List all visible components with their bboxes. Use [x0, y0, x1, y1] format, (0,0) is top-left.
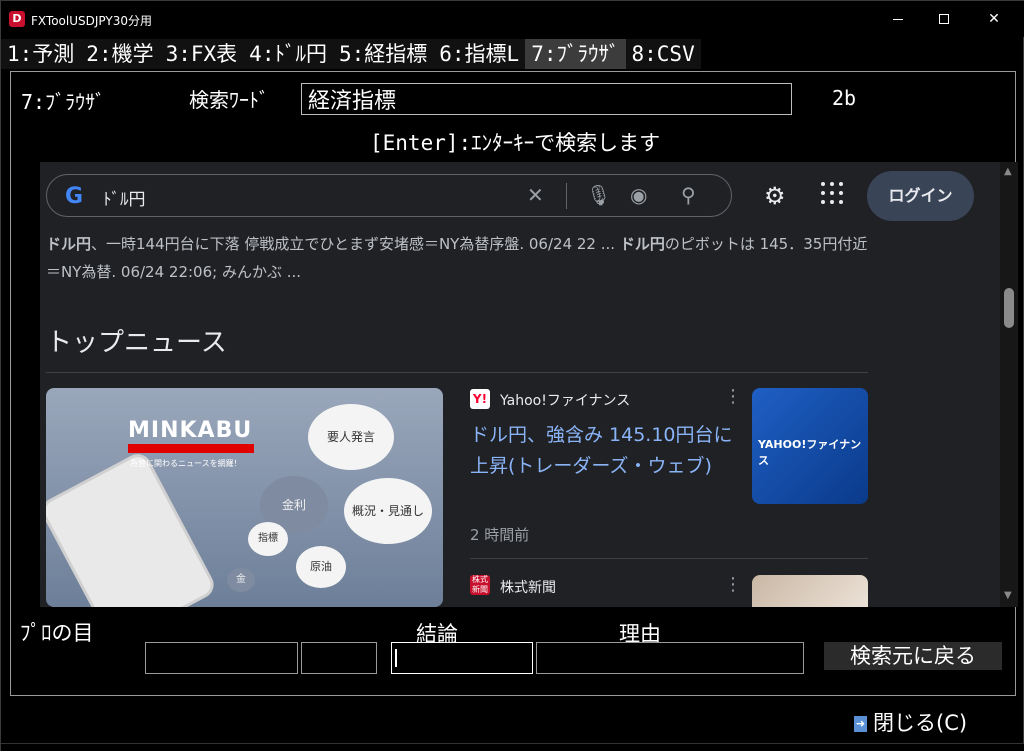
enter-hint: [Enter]:ｴﾝﾀｰｷｰで検索します: [370, 131, 661, 155]
clear-icon[interactable]: ✕: [527, 183, 544, 207]
back-to-search-button[interactable]: 検索元に戻る: [824, 642, 1002, 670]
tab-fx-table[interactable]: 3:FX表: [159, 39, 244, 69]
more-options-icon[interactable]: ⋮: [724, 574, 742, 595]
title-bar: D FXToolUSDJPY30分用 ✕: [1, 1, 1024, 37]
bubble-speech: 要人発言: [308, 404, 394, 470]
panel-label: 7:ﾌﾞﾗｳｻﾞ: [21, 90, 106, 114]
news-thumbnail[interactable]: YAHOO!ファイナンス: [752, 388, 868, 504]
close-window-button[interactable]: ✕: [971, 1, 1017, 37]
snippet-bold: ドル円: [46, 235, 92, 253]
news-thumbnail[interactable]: [752, 575, 868, 607]
minkabu-subtitle: 為替に関わるニュースを網羅！: [130, 459, 242, 468]
news-item-divider: [470, 558, 868, 559]
scroll-thumb[interactable]: [1004, 288, 1014, 328]
minkabu-bar: [128, 444, 254, 453]
kabushiki-shinbun-icon: 株式新聞: [470, 575, 490, 595]
arrow-right-icon: ➜: [854, 716, 867, 732]
maximize-button[interactable]: [921, 1, 967, 37]
tab-predict[interactable]: 1:予測: [1, 39, 81, 69]
search-word-input[interactable]: [301, 83, 792, 115]
text-caret: [395, 649, 397, 667]
phone-illustration: [46, 449, 219, 607]
gear-icon[interactable]: ⚙: [764, 182, 786, 210]
google-search-box[interactable]: G ﾄﾞﾙ円 ✕ 🎙 ◉ ⚲: [46, 174, 732, 217]
snippet-bold: ドル円: [619, 235, 665, 253]
close-icon: ✕: [988, 11, 1000, 27]
close-button[interactable]: ➜ 閉じる(C): [854, 707, 967, 737]
search-divider: [566, 183, 567, 209]
microphone-icon[interactable]: 🎙: [586, 183, 611, 207]
google-logo-icon: G: [65, 184, 84, 209]
taskbar-edge: [1, 743, 1024, 751]
login-button[interactable]: ログイン: [867, 171, 974, 221]
apps-grid-icon[interactable]: [821, 182, 843, 204]
yahoo-icon: Y!: [470, 389, 490, 409]
app-window: D FXToolUSDJPY30分用 ✕ 1:予測 2:機学 3:FX表 4:ﾄ…: [0, 0, 1024, 751]
pro-field-1[interactable]: [145, 642, 298, 674]
news-source: Yahoo!ファイナンス: [500, 393, 631, 409]
snippet-text: 、一時144円台に下落 停戦成立でひとまず安堵感＝NY為替序盤. 06/24 2…: [91, 235, 620, 253]
bubble-indicator: 指標: [248, 522, 288, 556]
search-icon[interactable]: ⚲: [681, 183, 696, 207]
top-news-heading: トップニュース: [46, 328, 227, 358]
tab-csv[interactable]: 8:CSV: [625, 39, 701, 69]
pro-field-2[interactable]: [301, 642, 377, 674]
bubble-oil: 原油: [296, 546, 346, 588]
tab-economic-indicators[interactable]: 5:経指標: [332, 39, 434, 69]
scroll-down-icon[interactable]: ▼: [1004, 590, 1012, 601]
news-headline-link[interactable]: ドル円、強含み 145.10円台に上昇(トレーダーズ・ウェブ): [470, 420, 750, 482]
news-source: 株式新聞: [500, 580, 556, 596]
minimize-icon: [893, 18, 903, 20]
maximize-icon: [939, 14, 949, 24]
search-word-label: 検索ﾜｰﾄﾞ: [189, 88, 269, 112]
lens-icon[interactable]: ◉: [630, 183, 647, 207]
tab-browser[interactable]: 7:ﾌﾞﾗｳｻﾞ: [525, 39, 626, 69]
scroll-up-icon[interactable]: ▲: [1004, 166, 1012, 177]
browser-panel: 7:ﾌﾞﾗｳｻﾞ 検索ﾜｰﾄﾞ 2b [Enter]:ｴﾝﾀｰｷｰで検索します …: [10, 71, 1018, 696]
close-button-label: 閉じる(C): [873, 711, 968, 735]
bubble-gold: 金: [227, 568, 255, 592]
window-title: FXToolUSDJPY30分用: [31, 14, 152, 28]
reason-field[interactable]: [536, 642, 804, 674]
code-label: 2b: [832, 86, 857, 110]
bubble-outlook: 概況・見通し: [344, 478, 432, 544]
pro-view-label: ﾌﾟﾛの目: [20, 621, 94, 645]
embedded-browser[interactable]: G ﾄﾞﾙ円 ✕ 🎙 ◉ ⚲ ⚙ ログイン ドル円、一時144円台に下落 停戦成…: [40, 162, 1018, 607]
news-card-image[interactable]: MINKABU 為替に関わるニュースを網羅！ 要人発言 金利 概況・見通し 指標…: [46, 388, 443, 607]
thumbnail-logo: YAHOO!ファイナンス: [758, 438, 862, 467]
tab-indicator-list[interactable]: 6:指標L: [433, 39, 526, 69]
tab-usdjpy[interactable]: 4:ﾄﾞﾙ円: [243, 39, 333, 69]
app-icon: D: [9, 11, 25, 27]
news-divider: [46, 372, 868, 373]
minimize-button[interactable]: [875, 1, 921, 37]
tab-bar: 1:予測 2:機学 3:FX表 4:ﾄﾞﾙ円 5:経指標 6:指標L 7:ﾌﾞﾗ…: [1, 39, 701, 69]
vertical-scrollbar[interactable]: ▲ ▼: [1000, 162, 1018, 607]
conclusion-field[interactable]: [391, 642, 533, 674]
news-time: 2 時間前: [470, 526, 530, 544]
search-snippet: ドル円、一時144円台に下落 停戦成立でひとまず安堵感＝NY為替序盤. 06/2…: [46, 230, 876, 286]
google-header: G ﾄﾞﾙ円 ✕ 🎙 ◉ ⚲ ⚙ ログイン: [40, 162, 1000, 228]
minkabu-logo: MINKABU: [128, 418, 253, 443]
more-options-icon[interactable]: ⋮: [724, 386, 742, 407]
tab-machine-learning[interactable]: 2:機学: [80, 39, 160, 69]
google-query-text: ﾄﾞﾙ円: [103, 190, 146, 210]
